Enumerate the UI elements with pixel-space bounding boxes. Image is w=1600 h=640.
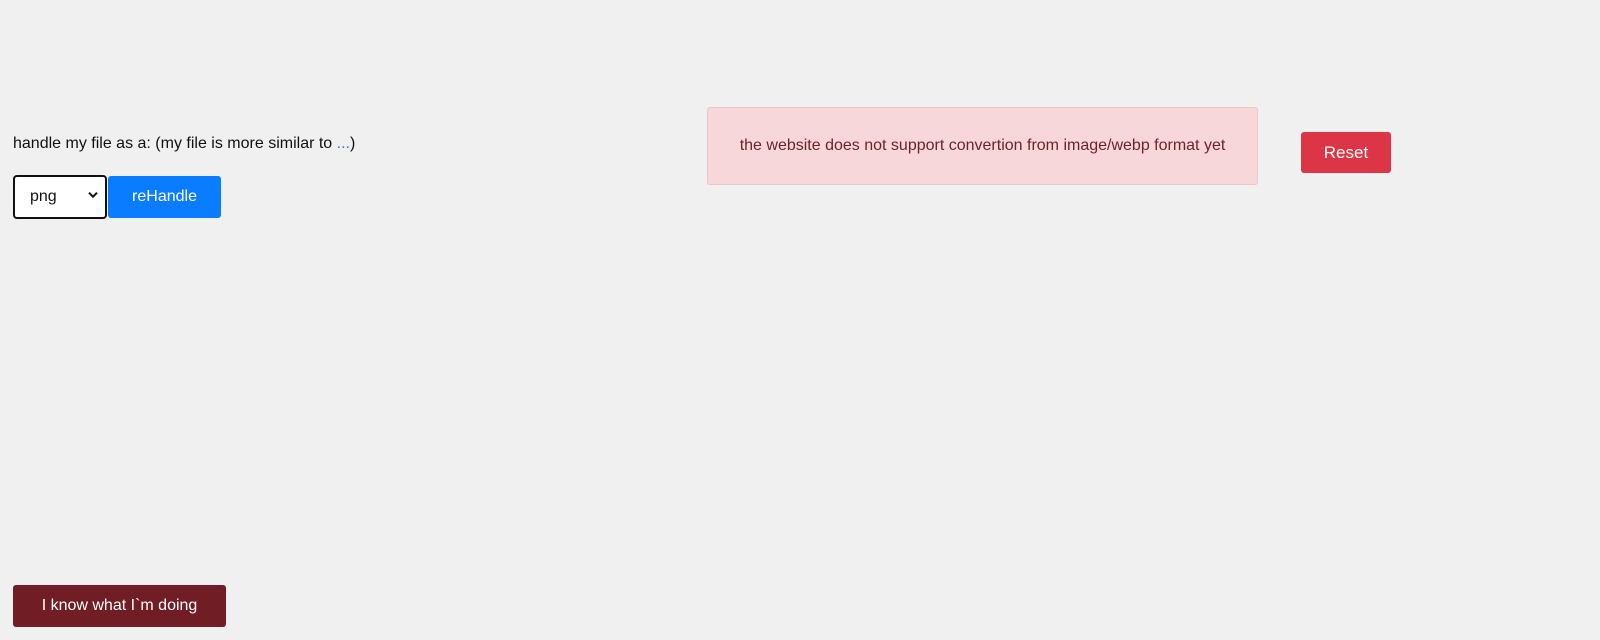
handle-label-text: handle my file as a: (my file is more si… [13, 135, 337, 152]
format-select[interactable]: png [13, 175, 107, 219]
chevron-down-glyph [88, 191, 98, 199]
override-button[interactable]: I know what I`m doing [13, 585, 226, 627]
format-select-value: png [30, 188, 57, 205]
chevron-down-icon [88, 191, 98, 202]
error-alert: the website does not support convertion … [707, 107, 1258, 185]
error-alert-message: the website does not support convertion … [739, 137, 1226, 154]
handle-controls: png reHandle [13, 175, 221, 219]
handle-label: handle my file as a: (my file is more si… [13, 135, 355, 153]
handle-label-close: ) [350, 135, 356, 152]
handle-label-dots: ... [336, 135, 350, 152]
reset-button[interactable]: Reset [1301, 132, 1391, 173]
rehandle-button[interactable]: reHandle [108, 176, 221, 218]
